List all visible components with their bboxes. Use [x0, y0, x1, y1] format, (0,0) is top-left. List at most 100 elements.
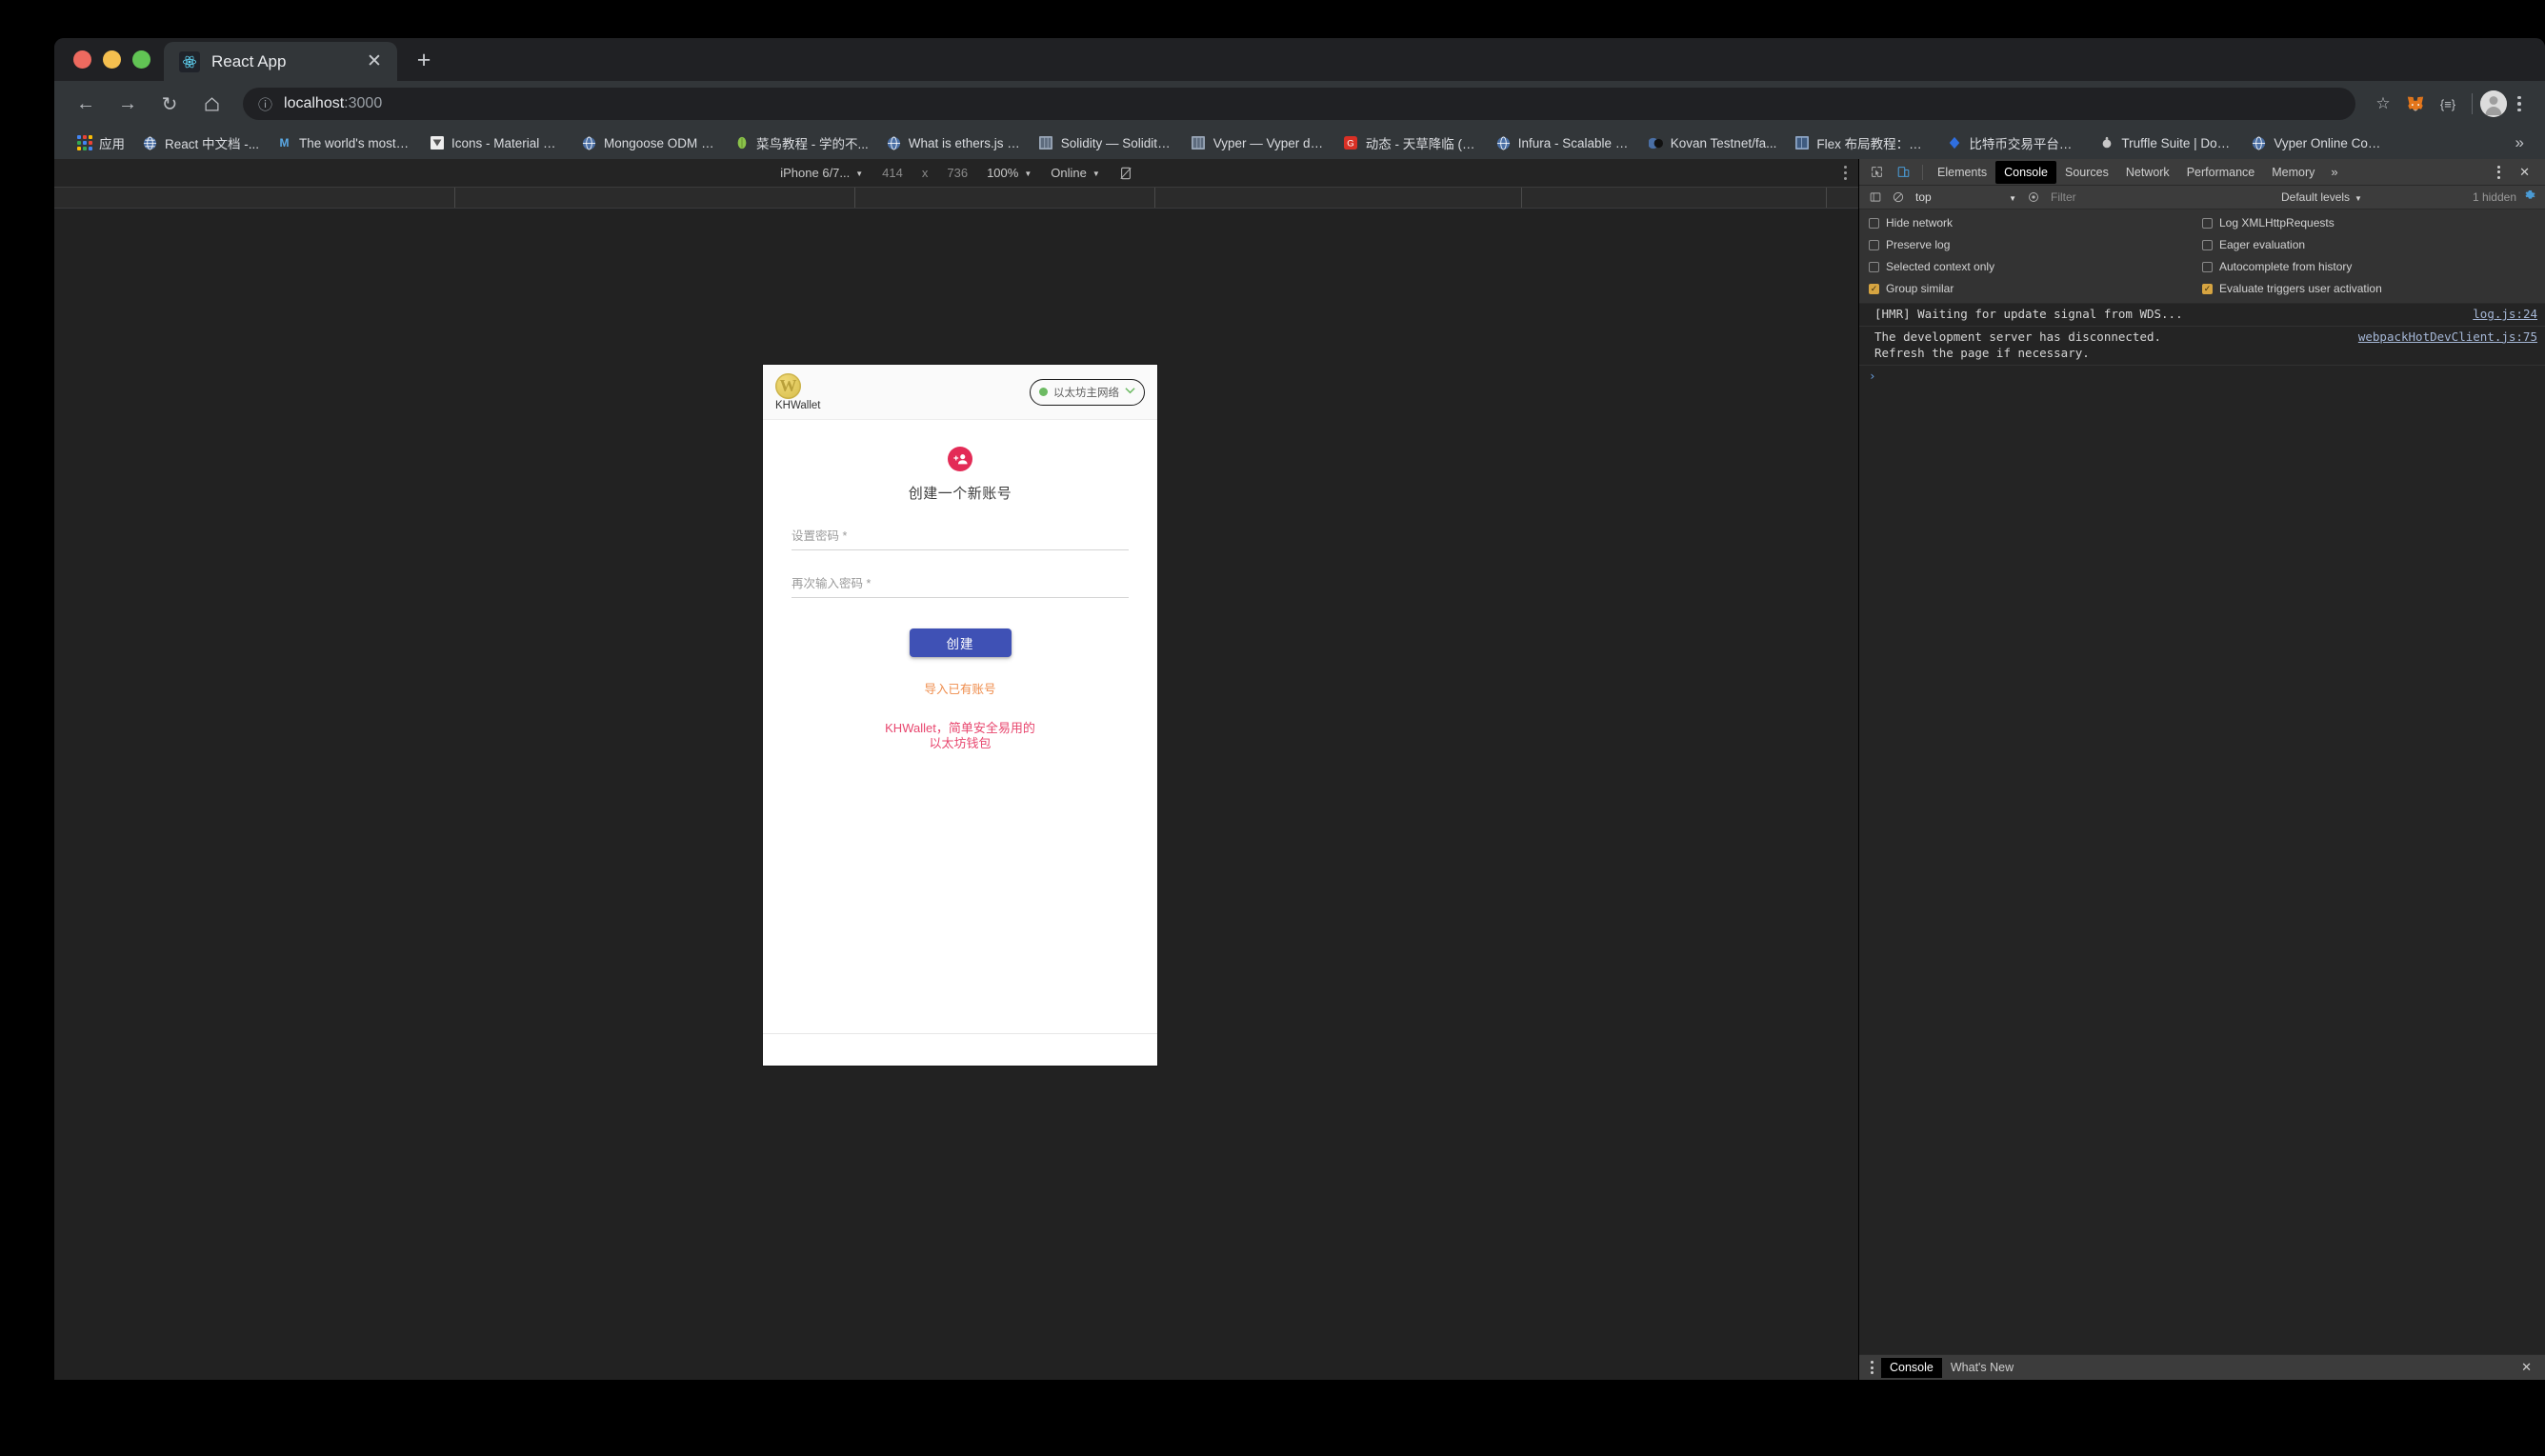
checkbox[interactable]: ✓	[1869, 283, 1879, 294]
url-host: localhost	[284, 95, 345, 111]
globe-icon	[581, 135, 597, 151]
bookmark-item[interactable]: What is ethers.js — ...	[877, 130, 1030, 156]
device-select[interactable]: iPhone 6/7... ▼	[771, 166, 872, 180]
tab-memory[interactable]: Memory	[2263, 161, 2323, 184]
device-frame: W KHWallet 以太坊主网络 创建一个新账号 创建 导入已有账号 KHWa…	[763, 365, 1157, 1066]
devtools-menu-button[interactable]	[2490, 165, 2508, 179]
console-log-row[interactable]: The development server has disconnected.…	[1859, 327, 2545, 366]
checkbox[interactable]: ✓	[2202, 283, 2213, 294]
setting-log-xmlhttprequests[interactable]: Log XMLHttpRequests	[2202, 216, 2535, 229]
bookmark-label: Infura - Scalable Bl...	[1517, 135, 1631, 150]
bookmark-item[interactable]: Truffle Suite | Docu...	[2090, 130, 2242, 156]
checkbox[interactable]	[2202, 261, 2213, 272]
chevron-down-icon: ▼	[1092, 170, 1100, 178]
live-expression-icon[interactable]	[2022, 188, 2045, 207]
confirm-password-input[interactable]	[792, 575, 1129, 598]
reload-button[interactable]: ↻	[151, 86, 188, 122]
password-input[interactable]	[792, 528, 1129, 550]
close-tab-button[interactable]: ✕	[363, 50, 386, 73]
bookmark-item[interactable]: Vyper Online Comp...	[2242, 130, 2395, 156]
bookmark-item[interactable]: M The world's most p...	[268, 130, 420, 156]
tab-console[interactable]: Console	[1995, 160, 2056, 184]
bookmark-item[interactable]: Infura - Scalable Bl...	[1487, 130, 1639, 156]
inspect-element-icon[interactable]	[1863, 161, 1890, 184]
import-account-link[interactable]: 导入已有账号	[924, 679, 995, 697]
log-levels-select[interactable]: Default levels ▼	[2274, 190, 2370, 204]
viewport-width[interactable]: 414	[872, 166, 912, 180]
minimize-window-button[interactable]	[103, 50, 121, 69]
tab-network[interactable]: Network	[2117, 161, 2178, 184]
bookmark-apps[interactable]: 应用	[68, 130, 133, 156]
tab-sources[interactable]: Sources	[2056, 161, 2117, 184]
checkbox[interactable]	[2202, 217, 2213, 229]
close-drawer-button[interactable]: ✕	[2512, 1360, 2541, 1375]
clear-console-icon[interactable]	[1887, 188, 1910, 207]
bookmark-item[interactable]: Solidity — Solidity...	[1030, 130, 1182, 156]
checkbox[interactable]	[1869, 261, 1879, 272]
bookmark-item[interactable]: Flex 布局教程：语...	[1785, 130, 1937, 156]
checkbox[interactable]	[2202, 239, 2213, 250]
back-button[interactable]: ←	[68, 86, 104, 122]
window-controls[interactable]	[68, 38, 164, 81]
home-button[interactable]	[193, 86, 230, 122]
bookmark-item[interactable]: 菜鸟教程 - 学的不...	[725, 130, 877, 156]
checkbox[interactable]	[1869, 217, 1879, 229]
bookmark-star-icon[interactable]: ☆	[2367, 88, 2399, 120]
drawer-tab-whats-new[interactable]: What's New	[1942, 1358, 2022, 1378]
site-info-icon[interactable]: ⓘ	[258, 94, 272, 114]
setting-preserve-log[interactable]: Preserve log	[1869, 238, 2202, 251]
toggle-device-toolbar-icon[interactable]	[1890, 161, 1916, 184]
bookmark-item[interactable]: 比特币交易平台OK...	[1937, 130, 2090, 156]
forward-button[interactable]: →	[110, 86, 146, 122]
setting-evaluate-triggers-user-activation[interactable]: ✓ Evaluate triggers user activation	[2202, 282, 2535, 295]
console-prompt[interactable]: ›	[1859, 366, 2545, 386]
drawer-menu-button[interactable]	[1863, 1361, 1881, 1374]
throttling-select[interactable]: Online ▼	[1041, 166, 1110, 180]
tagline-line-1: KHWallet，简单安全易用的	[885, 721, 1035, 735]
more-tabs-button[interactable]: »	[2323, 165, 2345, 179]
tab-performance[interactable]: Performance	[2178, 161, 2264, 184]
metamask-fox-icon[interactable]	[2399, 88, 2432, 120]
checkbox[interactable]	[1869, 239, 1879, 250]
new-tab-button[interactable]: +	[405, 41, 443, 79]
browser-menu-button[interactable]	[2507, 95, 2532, 112]
console-filter-input[interactable]: Filter	[2045, 190, 2169, 204]
bookmark-item[interactable]: React 中文档 -...	[133, 130, 268, 156]
setting-hide-network[interactable]: Hide network	[1869, 216, 2202, 229]
bookmark-item[interactable]: Vyper — Vyper doc...	[1182, 130, 1334, 156]
extension-icon[interactable]: {≡}	[2432, 88, 2464, 120]
setting-selected-context-only[interactable]: Selected context only	[1869, 260, 2202, 273]
close-devtools-button[interactable]: ✕	[2512, 165, 2537, 180]
console-sidebar-icon[interactable]	[1864, 188, 1887, 207]
console-log-row[interactable]: [HMR] Waiting for update signal from WDS…	[1859, 304, 2545, 327]
profile-avatar[interactable]	[2480, 90, 2507, 117]
bookmark-item[interactable]: Mongoose ODM v5...	[572, 130, 725, 156]
bookmark-item[interactable]: Icons - Material De...	[420, 130, 572, 156]
console-log-source[interactable]: webpackHotDevClient.js:75	[2345, 329, 2537, 344]
setting-eager-evaluation[interactable]: Eager evaluation	[2202, 238, 2535, 251]
device-toolbar-menu[interactable]	[1844, 166, 1847, 180]
bookmark-item[interactable]: Kovan Testnet/fa...	[1639, 130, 1786, 156]
bookmark-label: 比特币交易平台OK...	[1969, 137, 2082, 151]
rotate-icon[interactable]	[1110, 167, 1142, 180]
bookmark-item[interactable]: G 动态 - 天草降临 (Ti...	[1334, 130, 1487, 156]
maximize-window-button[interactable]	[132, 50, 150, 69]
zoom-select[interactable]: 100% ▼	[977, 166, 1041, 180]
network-selector[interactable]: 以太坊主网络	[1030, 378, 1145, 406]
viewport-height[interactable]: 736	[937, 166, 977, 180]
password-field[interactable]	[792, 528, 1129, 550]
console-log-source[interactable]: log.js:24	[2459, 307, 2537, 321]
context-select[interactable]: top ▼	[1910, 190, 2022, 204]
setting-autocomplete-from-history[interactable]: Autocomplete from history	[2202, 260, 2535, 273]
drawer-tab-console[interactable]: Console	[1881, 1357, 1942, 1378]
khwallet-logo-icon: W	[775, 372, 801, 399]
tab-elements[interactable]: Elements	[1929, 161, 1995, 184]
bookmarks-overflow-button[interactable]: »	[2504, 133, 2535, 152]
close-window-button[interactable]	[73, 50, 91, 69]
address-bar[interactable]: ⓘ localhost:3000	[243, 88, 2355, 120]
browser-tab[interactable]: React App ✕	[164, 42, 397, 81]
create-account-button[interactable]: 创建	[909, 628, 1012, 657]
setting-group-similar[interactable]: ✓ Group similar	[1869, 282, 2202, 295]
gear-icon[interactable]	[2524, 189, 2536, 205]
confirm-password-field[interactable]	[792, 575, 1129, 598]
